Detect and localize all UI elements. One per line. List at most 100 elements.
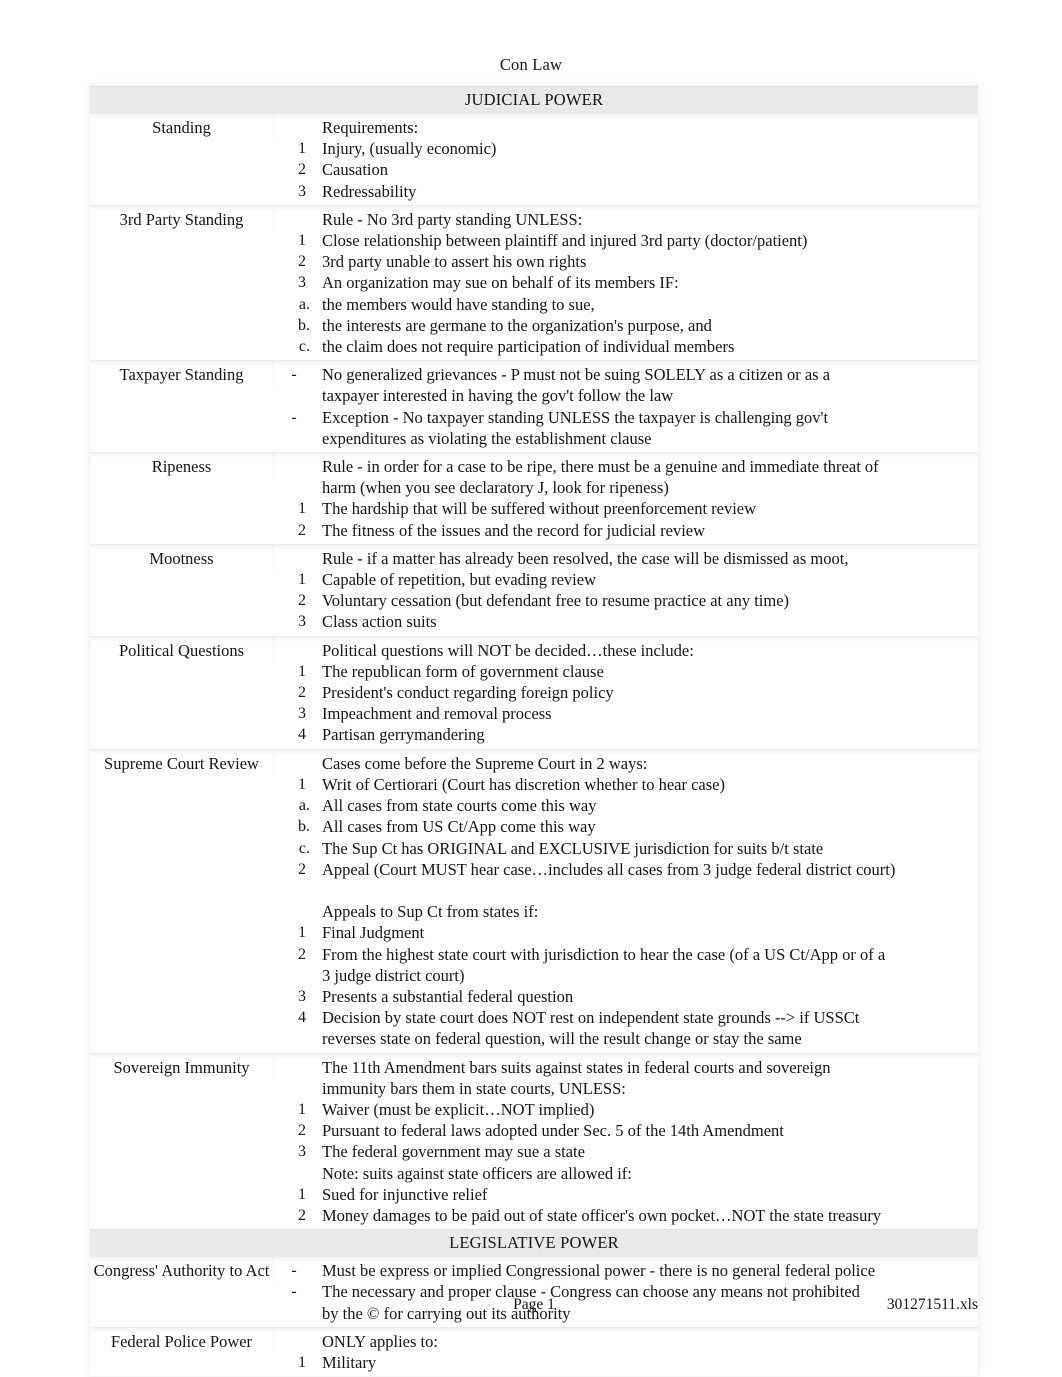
running-head-title: Con Law [499,55,563,74]
row-text-line-1: the members would have standing to sue, [322,294,595,314]
row-text: Voluntary cessation (but defendant free … [314,590,978,611]
row-text-line-1: No generalized grievances - P must not b… [322,365,831,385]
row-text: Political questions will NOT be decided…… [314,640,978,661]
row-text: The republican form of government clause [314,661,978,682]
row-text: The fitness of the issues and the record… [314,520,978,541]
row-marker: 1 [298,140,306,158]
outline-group: Taxpayer Standing - No generalized grievan… [90,360,978,453]
group-label: Congress' Authority to Act [90,1257,274,1282]
row-text-line-1: From the highest state court with jurisd… [322,944,886,964]
row-text: Appeal (Court MUST hear case…includes al… [314,859,978,880]
outline-group: Mootness Rule - if a matter has already b… [90,543,978,636]
outline-group: Supreme Court Review Cases come before th… [90,748,978,1053]
row-text: Rule - in order for a case to be ripe, t… [314,456,978,498]
row-marker: 2 [298,521,306,539]
footer-file-name: 301271511.xls [886,1296,978,1313]
group-label: Political Questions [90,636,274,661]
outline-row: - No generalized grievances - P must not … [274,364,978,406]
row-text-line-1: The republican form of government clause [322,661,604,681]
row-text-line-1: Sued for injunctive relief [322,1184,488,1204]
row-text: The hardship that will be suffered witho… [314,498,978,519]
outline-row: ONLY applies to: [274,1331,978,1352]
outline-group: Standing Requirements: 1 Injury, (usually e… [90,113,978,205]
outline-row: 4 Partisan gerrymandering [274,724,978,745]
row-marker: 1 [298,924,306,942]
row-text-line-1: Rule - No 3rd party standing UNLESS: [322,209,583,229]
row-text: Cases come before the Supreme Court in 2… [314,753,978,774]
outline-group: Political Questions Political questions w… [90,635,978,749]
row-marker: 4 [298,726,306,744]
row-text: Exception - No taxpayer standing UNLESS … [314,407,978,449]
outline-row: 3 The federal government may sue a state [274,1141,978,1162]
outline-row: c. the claim does not require participati… [274,336,978,357]
outline-row: Cases come before the Supreme Court in 2… [274,753,978,774]
row-text-line-1: Writ of Certiorari (Court has discretion… [322,774,725,794]
outline-row: 2 3rd party unable to assert his own righ… [274,251,978,272]
group-label: Taxpayer Standing [90,361,274,386]
section-band-title: LEGISLATIVE POWER [90,1229,978,1257]
outline-group: Ripeness Rule - in order for a case to be… [90,452,978,544]
document-page: Con Law JUDICIAL POWER Standing Requiremen… [0,0,1062,1377]
row-text-line-1: Close relationship between plaintiff and… [322,231,808,251]
outline-row: 1 Military [274,1352,978,1373]
row-text-line-1: Waiver (must be explicit…NOT implied) [322,1099,595,1119]
row-text: Money damages to be paid out of state of… [314,1205,978,1226]
row-text-line-1: The 11th Amendment bars suits against st… [322,1057,831,1077]
outline-row: 3 Presents a substantial federal question [274,986,978,1007]
outline-row: 1 The hardship that will be suffered with… [274,498,978,519]
group-label: 3rd Party Standing [90,205,274,231]
row-text: All cases from state courts come this wa… [314,795,978,816]
row-text: the members would have standing to sue, [314,294,978,315]
outline-row: 1 The republican form of government claus… [274,661,978,682]
row-marker: 4 [298,1009,306,1027]
row-text: ONLY applies to: [314,1331,978,1352]
row-text: Must be express or implied Congressional… [314,1260,978,1281]
row-marker: 2 [298,860,306,878]
row-text-line-1: The fitness of the issues and the record… [322,520,706,540]
outline-row: 2 President's conduct regarding foreign p… [274,682,978,703]
row-text-line-1: Exception - No taxpayer standing UNLESS … [322,407,829,427]
row-text: Decision by state court does NOT rest on… [314,1007,978,1049]
row-text-line-1: Rule - in order for a case to be ripe, t… [322,457,879,477]
row-text: Capable of repetition, but evading revie… [314,569,978,590]
row-text: Redressability [314,181,978,202]
footer-page-number: Page 1 [513,1296,555,1313]
outline-row: 1 Final Judgment [274,922,978,943]
row-text-line-2: expenditures as violating the establishm… [322,428,652,448]
row-text-line-1: Cases come before the Supreme Court in 2… [322,753,648,773]
row-text-line-1: Rule - if a matter has already been reso… [322,548,849,568]
outline-row [274,880,978,901]
row-marker: 3 [298,705,306,723]
row-text: the interests are germane to the organiz… [314,315,978,336]
group-rows: Rule - in order for a case to be ripe, t… [274,453,978,544]
group-label: Mootness [90,544,274,570]
row-text: the claim does not require participation… [314,336,978,357]
group-rows: - Must be express or implied Congressiona… [274,1257,978,1327]
row-text: Final Judgment [314,922,978,943]
outline-row: 1 Injury, (usually economic) [274,138,978,159]
group-rows: Rule - if a matter has already been reso… [274,545,978,636]
outline-row: - Exception - No taxpayer standing UNLESS… [274,407,978,449]
row-marker: 3 [298,1143,306,1161]
row-marker: c. [298,338,310,356]
row-marker: a. [298,797,310,815]
outline-table: JUDICIAL POWER Standing Requirements: 1 Inju… [90,86,978,1377]
row-text-line-1: All cases from state courts come this wa… [322,796,597,816]
row-text-line-2: immunity bars them in state courts, UNLE… [322,1078,626,1098]
row-marker: 2 [298,1206,306,1224]
row-text: Rule - if a matter has already been reso… [314,548,978,569]
row-text-line-1: Appeals to Sup Ct from states if: [322,902,539,922]
row-marker: 1 [298,775,306,793]
group-label: Federal Police Power [90,1327,274,1352]
row-marker: c. [298,839,310,857]
outline-row: 2 From the highest state court with juris… [274,944,978,986]
row-marker: 1 [298,1353,306,1371]
outline-row: 4 Decision by state court does NOT rest o… [274,1007,978,1049]
outline-row: 3 Class action suits [274,611,978,632]
row-marker: 2 [298,253,306,271]
group-label: Supreme Court Review [90,749,274,774]
outline-row: 1 Writ of Certiorari (Court has discretio… [274,774,978,795]
row-marker: 1 [298,662,306,680]
outline-row: 2 Appeal (Court MUST hear case…includes a… [274,859,978,880]
group-rows: Political questions will NOT be decided…… [274,637,978,749]
